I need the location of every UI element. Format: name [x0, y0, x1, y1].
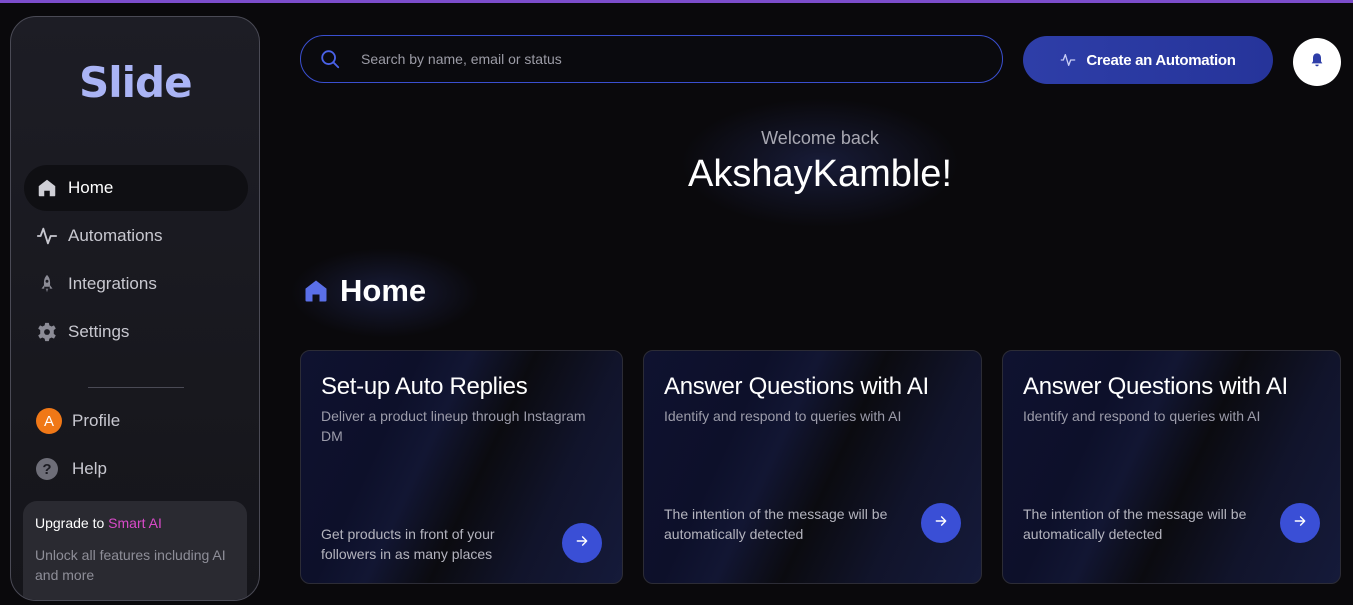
sidebar-item-label: Settings — [68, 322, 130, 341]
card-title: Set-up Auto Replies — [321, 373, 528, 400]
automation-card[interactable]: Answer Questions with AI Identify and re… — [643, 350, 982, 584]
sidebar-item-label: Help — [72, 459, 107, 478]
upgrade-description: Unlock all features including AI and mor… — [35, 547, 226, 583]
sidebar-item-label: Integrations — [68, 274, 157, 293]
sidebar-item-profile[interactable]: A Profile — [24, 398, 248, 444]
sidebar-item-label: Profile — [72, 411, 121, 430]
card-footer: The intention of the message will be aut… — [1023, 506, 1247, 542]
sidebar-item-automations[interactable]: Automations — [24, 213, 248, 259]
activity-icon — [1060, 52, 1076, 68]
notification-button[interactable] — [1293, 38, 1341, 86]
page-title-text: Home — [340, 273, 427, 308]
sidebar-item-label: Home — [68, 178, 114, 197]
search-icon — [319, 48, 341, 70]
automation-card[interactable]: Set-up Auto Replies Deliver a product li… — [300, 350, 623, 584]
card-title: Answer Questions with AI — [664, 373, 929, 400]
card-arrow-button[interactable] — [1280, 503, 1320, 543]
card-title: Answer Questions with AI — [1023, 373, 1288, 400]
bell-icon — [1309, 52, 1325, 73]
search-input[interactable] — [361, 51, 961, 67]
card-description: Deliver a product lineup through Instagr… — [321, 408, 586, 444]
arrow-right-icon — [934, 514, 948, 533]
card-description: Identify and respond to queries with AI — [664, 408, 902, 424]
create-automation-label: Create an Automation — [1086, 51, 1236, 69]
arrow-right-icon — [1293, 514, 1307, 533]
sidebar-item-home[interactable]: Home — [24, 165, 248, 211]
welcome-greeting: Welcome back — [761, 128, 879, 148]
sidebar-divider — [88, 387, 184, 388]
sidebar-item-integrations[interactable]: Integrations — [24, 261, 248, 307]
automation-card[interactable]: Answer Questions with AI Identify and re… — [1002, 350, 1341, 584]
sidebar: Slide Home Automations Integrations Sett… — [10, 16, 260, 601]
page-title: Home — [302, 273, 426, 309]
arrow-right-icon — [575, 534, 589, 553]
create-automation-button[interactable]: Create an Automation — [1023, 36, 1273, 84]
card-arrow-button[interactable] — [562, 523, 602, 563]
brand-logo[interactable]: Slide — [79, 57, 199, 107]
search-bar — [300, 35, 1003, 83]
sidebar-item-settings[interactable]: Settings — [24, 309, 248, 355]
card-arrow-button[interactable] — [921, 503, 961, 543]
upgrade-card: Upgrade to Smart AI Unlock all features … — [23, 501, 247, 600]
card-description: Identify and respond to queries with AI — [1023, 408, 1261, 424]
upgrade-title: Upgrade to Smart AI — [35, 515, 162, 531]
home-icon — [302, 277, 330, 305]
welcome-username: AkshayKamble! — [687, 153, 952, 195]
home-icon — [36, 177, 58, 199]
sidebar-item-label: Automations — [68, 226, 163, 245]
smart-ai-label: Smart AI — [108, 515, 162, 531]
gear-icon — [36, 321, 58, 343]
brand-logo-text: Slide — [79, 57, 193, 107]
help-icon: ? — [36, 458, 58, 480]
sidebar-item-help[interactable]: ? Help — [24, 446, 248, 492]
card-footer: The intention of the message will be aut… — [664, 506, 888, 542]
card-footer: Get products in front of your followers … — [321, 526, 495, 562]
rocket-icon — [36, 273, 58, 295]
avatar: A — [36, 408, 62, 434]
activity-icon — [36, 225, 58, 247]
